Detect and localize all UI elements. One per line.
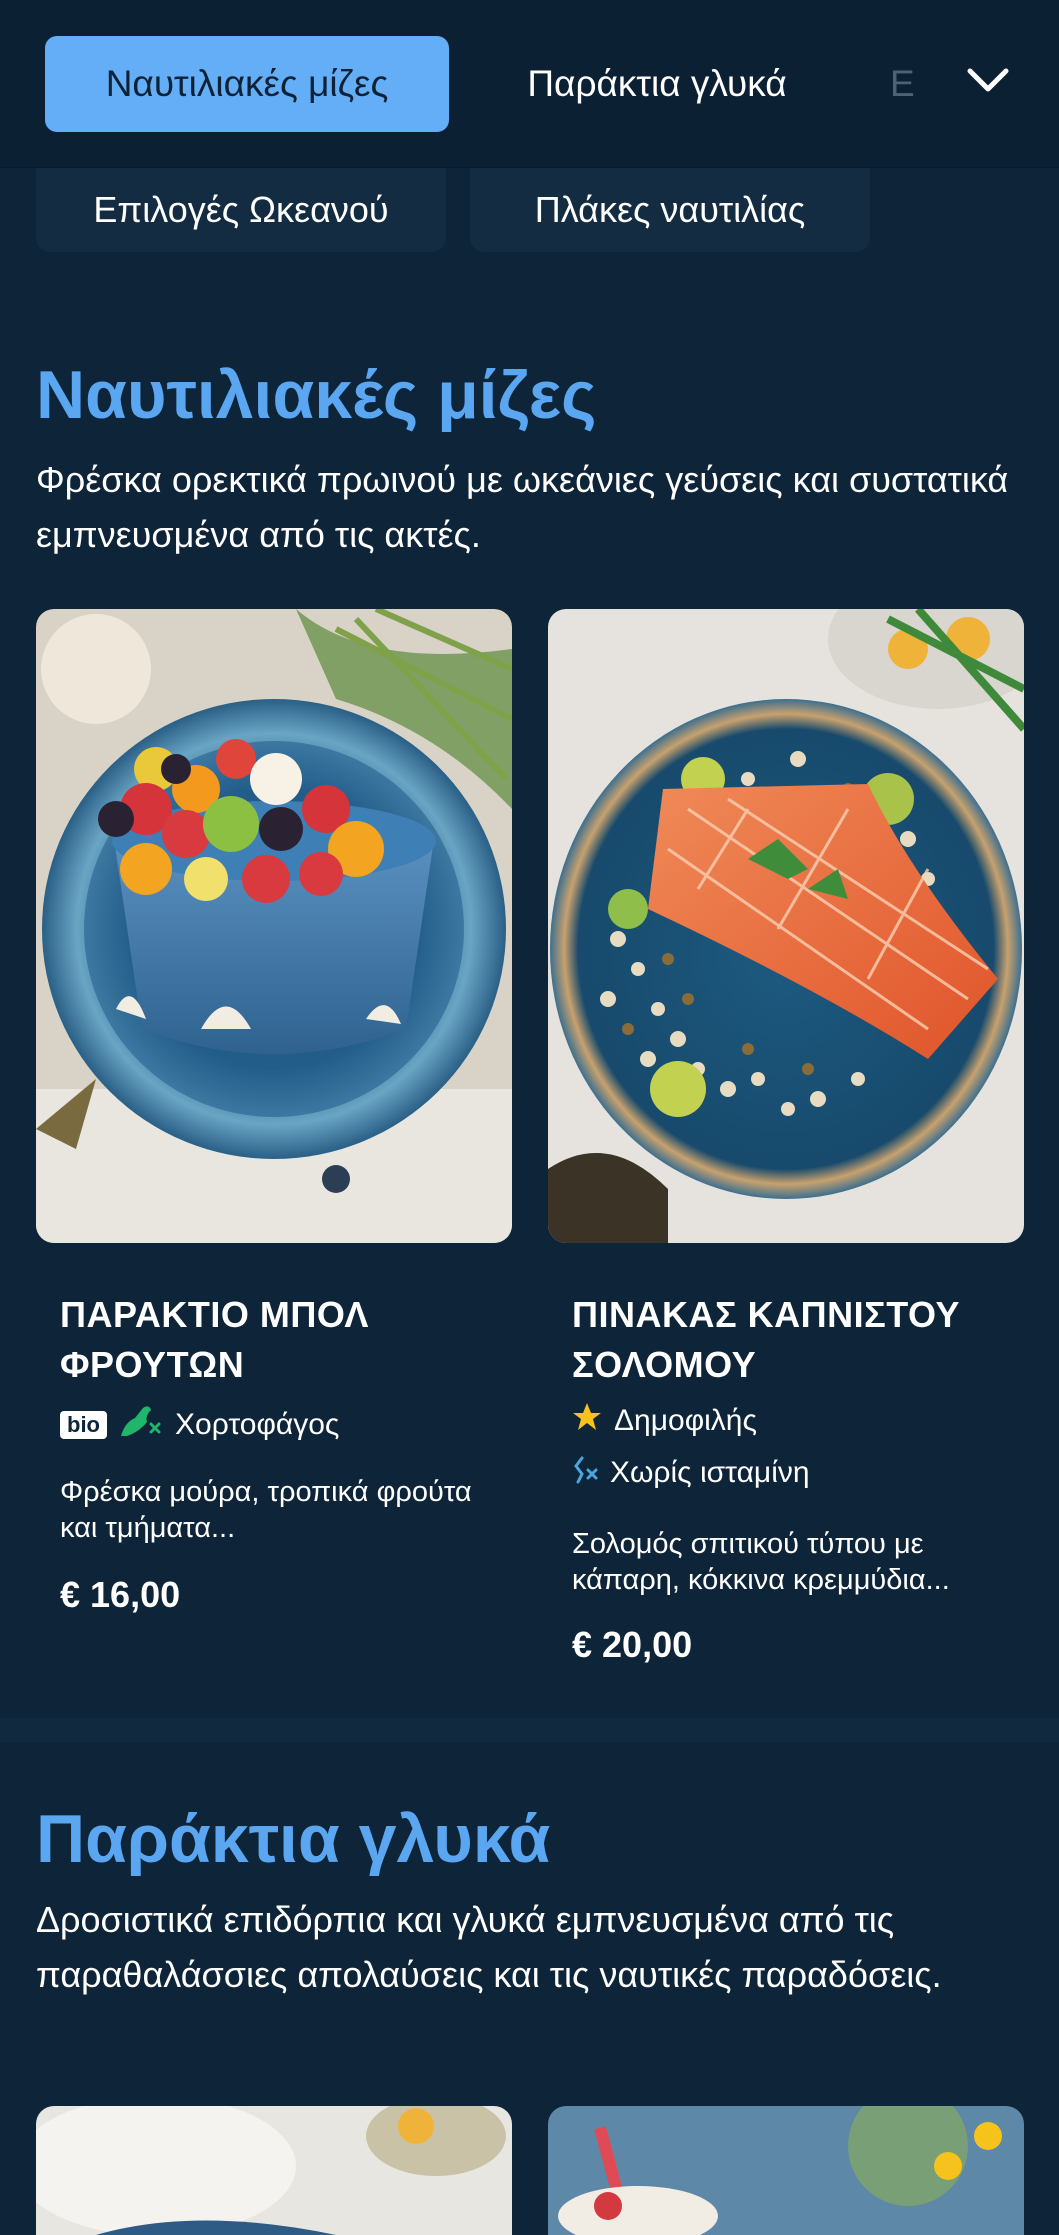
card-title[interactable]: ΠΙΝΑΚΑΣ ΚΑΠΝΙΣΤΟΥ ΣΟΛΟΜΟΥ [572, 1290, 1012, 1390]
dessert-image[interactable] [548, 2106, 1024, 2235]
tag-row-popular: Δημοφιλής [572, 1402, 757, 1440]
star-icon [572, 1402, 602, 1440]
card-description: Σολομός σπιτικού τύπου με κάπαρη, κόκκιν… [572, 1528, 950, 1596]
section-description: Φρέσκα ορεκτικά πρωινού με ωκεάνιες γεύσ… [36, 459, 1009, 555]
price: € 16,00 [60, 1574, 181, 1615]
section-title: Παράκτια γλυκά [36, 1801, 551, 1877]
card-description: Φρέσκα μούρα, τροπικά φρούτα και τμήματα… [60, 1476, 472, 1544]
section-description: Δροσιστικά επιδόρπια και γλυκά εμπνευσμέ… [36, 1899, 942, 1995]
dessert-image[interactable] [36, 2106, 512, 2235]
histamine-free-icon [572, 1454, 598, 1492]
category-chips: Επιλογές Ωκεανού Πλάκες ναυτιλίας [0, 168, 1059, 258]
salmon-plate-image[interactable] [548, 609, 1024, 1243]
menu-page: Ναυτιλιακές μίζες Παράκτια γλυκά Ε Επιλο… [0, 0, 1059, 2235]
tab-nautical-starters[interactable]: Ναυτιλιακές μίζες [45, 36, 449, 132]
tab-coastal-sweets[interactable]: Παράκτια γλυκά [490, 36, 824, 132]
popular-label: Δημοφιλής [614, 1404, 757, 1437]
fruit-bowl-image[interactable] [36, 609, 512, 1243]
chevron-down-icon[interactable] [960, 52, 1016, 108]
chip-ocean-choices[interactable]: Επιλογές Ωκεανού [36, 168, 446, 252]
tag-row-histamine: Χωρίς ισταμίνη [572, 1454, 810, 1492]
chip-nautical-plates[interactable]: Πλάκες ναυτιλίας [470, 168, 870, 252]
category-nav: Ναυτιλιακές μίζες Παράκτια γλυκά Ε [0, 0, 1059, 168]
section-divider [0, 1718, 1059, 1742]
histamine-free-label: Χωρίς ισταμίνη [610, 1456, 810, 1489]
bio-badge: bio [60, 1411, 107, 1439]
tab-next-partial[interactable]: Ε [890, 36, 950, 132]
tag-row: bio Χορτοφάγος [60, 1402, 339, 1448]
price: € 20,00 [572, 1624, 693, 1665]
section-title: Ναυτιλιακές μίζες [36, 357, 597, 433]
card-title[interactable]: ΠΑΡΑΚΤΙΟ ΜΠΟΛ ΦΡΟΥΤΩΝ [60, 1290, 500, 1390]
vegan-icon [119, 1402, 163, 1448]
vegetarian-label: Χορτοφάγος [175, 1408, 340, 1441]
